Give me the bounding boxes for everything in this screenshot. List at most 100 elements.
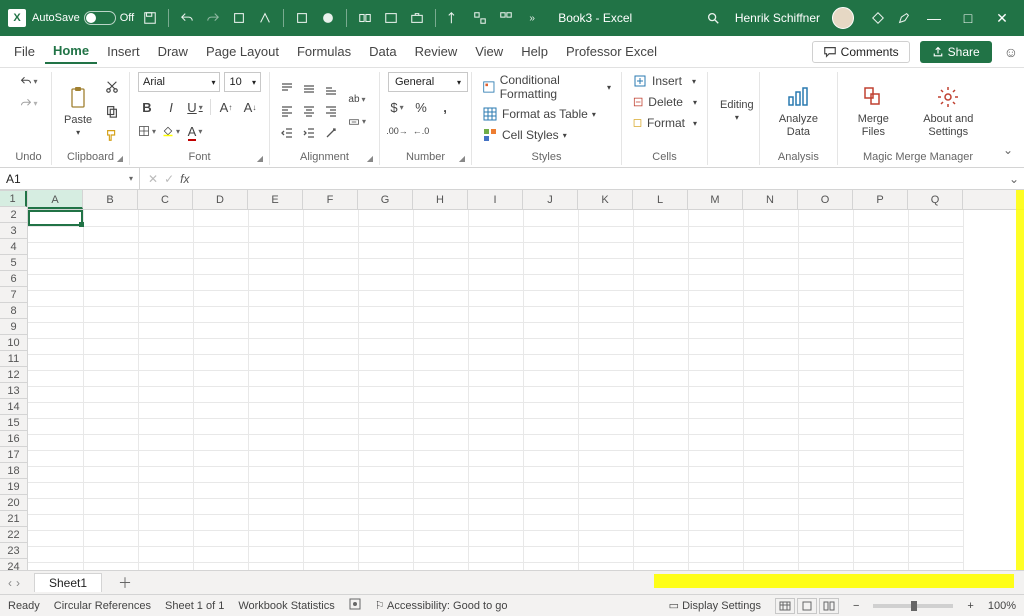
cell[interactable]	[908, 482, 963, 498]
menu-page-layout[interactable]: Page Layout	[198, 40, 287, 63]
increase-font-icon[interactable]: A↑	[217, 98, 235, 116]
cell[interactable]	[798, 466, 853, 482]
cell[interactable]	[28, 562, 83, 570]
cell[interactable]	[248, 402, 303, 418]
cell[interactable]	[413, 482, 468, 498]
cell[interactable]	[578, 226, 633, 242]
cell[interactable]	[83, 402, 138, 418]
cell[interactable]	[248, 226, 303, 242]
cell[interactable]	[633, 354, 688, 370]
cell[interactable]	[853, 402, 908, 418]
qat-icon[interactable]	[255, 8, 275, 28]
cell[interactable]	[523, 482, 578, 498]
cell[interactable]	[523, 306, 578, 322]
cell[interactable]	[138, 322, 193, 338]
cell[interactable]	[633, 322, 688, 338]
cell[interactable]	[798, 210, 853, 226]
cell[interactable]	[193, 370, 248, 386]
font-size-select[interactable]: 10▾	[224, 72, 261, 92]
cell[interactable]	[193, 274, 248, 290]
align-top-icon[interactable]	[278, 80, 296, 98]
cell[interactable]	[28, 498, 83, 514]
cell[interactable]	[193, 546, 248, 562]
cell[interactable]	[523, 338, 578, 354]
cell[interactable]	[743, 354, 798, 370]
cell[interactable]	[28, 482, 83, 498]
cell[interactable]	[248, 386, 303, 402]
cell[interactable]	[138, 482, 193, 498]
cell[interactable]	[248, 482, 303, 498]
cell[interactable]	[523, 322, 578, 338]
analyze-data-button[interactable]: Analyze Data	[768, 81, 829, 139]
cell[interactable]	[83, 226, 138, 242]
cell[interactable]	[523, 418, 578, 434]
cell[interactable]	[28, 466, 83, 482]
cell[interactable]	[743, 242, 798, 258]
row-header[interactable]: 11	[0, 351, 27, 367]
cell[interactable]	[138, 402, 193, 418]
cell[interactable]	[908, 226, 963, 242]
cell[interactable]	[743, 210, 798, 226]
normal-view-icon[interactable]	[775, 598, 795, 614]
cell[interactable]	[358, 242, 413, 258]
row-header[interactable]: 12	[0, 367, 27, 383]
zoom-out-button[interactable]: −	[853, 600, 859, 612]
cell[interactable]	[303, 274, 358, 290]
cell[interactable]	[193, 450, 248, 466]
cell[interactable]	[28, 210, 83, 226]
cell[interactable]	[138, 354, 193, 370]
cell[interactable]	[413, 530, 468, 546]
cell[interactable]	[138, 242, 193, 258]
cell[interactable]	[743, 402, 798, 418]
cell[interactable]	[578, 354, 633, 370]
maximize-button[interactable]: □	[954, 10, 982, 26]
cell[interactable]	[193, 402, 248, 418]
cell[interactable]	[798, 546, 853, 562]
cell[interactable]	[358, 418, 413, 434]
cell[interactable]	[688, 466, 743, 482]
cell[interactable]	[468, 258, 523, 274]
cell[interactable]	[138, 386, 193, 402]
cell[interactable]	[743, 370, 798, 386]
cell[interactable]	[853, 434, 908, 450]
cell[interactable]	[413, 418, 468, 434]
cell[interactable]	[83, 530, 138, 546]
cell[interactable]	[28, 370, 83, 386]
cell[interactable]	[743, 322, 798, 338]
menu-insert[interactable]: Insert	[99, 40, 148, 63]
column-header[interactable]: H	[413, 190, 468, 209]
cell[interactable]	[908, 418, 963, 434]
close-button[interactable]: ✕	[988, 10, 1016, 27]
copy-icon[interactable]	[102, 101, 122, 121]
cell[interactable]	[798, 562, 853, 570]
cell[interactable]	[358, 514, 413, 530]
cell[interactable]	[248, 242, 303, 258]
cell[interactable]	[688, 482, 743, 498]
cancel-formula-icon[interactable]: ✕	[148, 172, 158, 186]
cell[interactable]	[908, 514, 963, 530]
cell[interactable]	[523, 514, 578, 530]
cell[interactable]	[523, 242, 578, 258]
cell[interactable]	[853, 466, 908, 482]
cell[interactable]	[193, 210, 248, 226]
menu-file[interactable]: File	[6, 40, 43, 63]
cell[interactable]	[413, 322, 468, 338]
column-header[interactable]: M	[688, 190, 743, 209]
user-name[interactable]: Henrik Schiffner	[735, 11, 820, 25]
cell[interactable]	[138, 418, 193, 434]
cell[interactable]	[248, 466, 303, 482]
cell[interactable]	[303, 290, 358, 306]
cell[interactable]	[28, 274, 83, 290]
cell[interactable]	[853, 274, 908, 290]
cell[interactable]	[303, 258, 358, 274]
display-settings-button[interactable]: ▭ Display Settings	[669, 599, 761, 612]
cell[interactable]	[138, 546, 193, 562]
cell[interactable]	[908, 450, 963, 466]
cell[interactable]	[523, 546, 578, 562]
cell[interactable]	[83, 498, 138, 514]
cell[interactable]	[578, 546, 633, 562]
column-header[interactable]: O	[798, 190, 853, 209]
cell[interactable]	[523, 562, 578, 570]
cell[interactable]	[853, 370, 908, 386]
collapse-ribbon-icon[interactable]: ⌄	[998, 72, 1018, 165]
